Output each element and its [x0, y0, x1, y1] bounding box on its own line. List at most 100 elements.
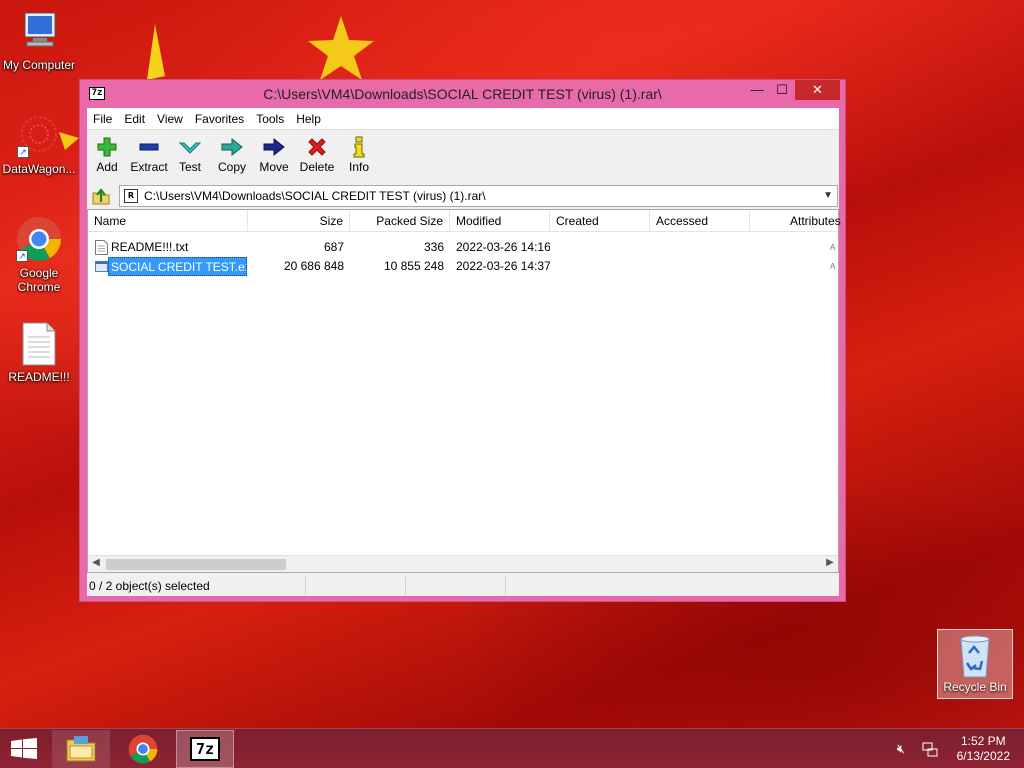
table-row[interactable]: README!!!.txt 687 336 2022-03-26 14:16 A	[88, 238, 838, 257]
window-client: File Edit View Favorites Tools Help Add Extra…	[87, 108, 841, 596]
move-arrow-icon	[263, 137, 285, 157]
column-headers: Name Size Packed Size Modified Created A…	[88, 210, 841, 232]
file-modified: 2022-03-26 14:16	[456, 240, 550, 254]
shortcut-arrow-icon: ↗	[16, 250, 28, 262]
scroll-right-icon[interactable]: ▶	[822, 557, 838, 568]
desktop-icon-my-computer[interactable]: My Computer	[0, 10, 79, 72]
window-title: C:\Users\VM4\Downloads\SOCIAL CREDIT TES…	[263, 86, 662, 102]
desktop-icon-readme[interactable]: README!!!	[0, 322, 79, 384]
move-button[interactable]: Move	[257, 134, 291, 178]
file-packed-size: 336	[423, 240, 444, 254]
shortcut-arrow-icon: ↗	[17, 146, 29, 158]
extract-button[interactable]: Extract	[128, 134, 170, 178]
file-attributes: A	[830, 262, 836, 271]
chevron-down-icon[interactable]: ▼	[823, 186, 833, 206]
scroll-left-icon[interactable]: ◀	[88, 557, 104, 568]
column-modified[interactable]: Modified	[450, 210, 550, 232]
datawagon-icon: ↗	[17, 114, 61, 158]
start-button[interactable]	[0, 730, 48, 768]
status-segment	[306, 577, 406, 595]
network-icon[interactable]	[922, 741, 938, 757]
status-segment	[506, 577, 839, 595]
file-packed-size: 10 855 248	[383, 259, 444, 273]
taskbar-chrome[interactable]	[114, 730, 172, 768]
desktop-icon-label: Google Chrome	[17, 266, 61, 294]
clock-date: 6/13/2022	[956, 749, 1010, 763]
extract-label: Extract	[130, 160, 168, 174]
title-bar[interactable]: 7z C:\Users\VM4\Downloads\SOCIAL CREDIT …	[80, 80, 845, 108]
desktop-icon-google-chrome[interactable]: ↗ Google Chrome	[0, 216, 79, 294]
computer-icon	[17, 10, 61, 54]
copy-button[interactable]: Copy	[215, 134, 249, 178]
address-text: C:\Users\VM4\Downloads\SOCIAL CREDIT TES…	[144, 189, 486, 203]
info-button[interactable]: Info	[345, 134, 373, 178]
file-list: Name Size Packed Size Modified Created A…	[87, 209, 841, 573]
folder-icon	[66, 736, 96, 762]
7zip-app-icon: 7z	[190, 737, 220, 761]
desktop-icon-recycle-bin[interactable]: Recycle Bin	[937, 629, 1013, 699]
menu-favorites[interactable]: Favorites	[189, 108, 250, 126]
minus-icon	[139, 143, 159, 151]
plus-icon	[97, 137, 117, 157]
x-icon	[308, 138, 326, 156]
archive-icon: R	[124, 189, 138, 203]
column-packed-size[interactable]: Packed Size	[350, 210, 450, 232]
flag-star-icon	[147, 24, 165, 80]
test-button[interactable]: Test	[175, 134, 205, 178]
copy-arrow-icon	[221, 137, 243, 157]
recycle-bin-icon	[955, 633, 995, 679]
maximize-button[interactable]: ☐	[768, 80, 796, 100]
info-label: Info	[348, 160, 369, 174]
horizontal-scrollbar[interactable]: ◀ ▶	[88, 555, 838, 572]
column-accessed[interactable]: Accessed	[650, 210, 750, 232]
close-button[interactable]: ✕	[795, 80, 840, 100]
address-input[interactable]: R C:\Users\VM4\Downloads\SOCIAL CREDIT T…	[119, 185, 838, 207]
desktop-icon-label: Recycle Bin	[943, 680, 1007, 694]
menu-help[interactable]: Help	[290, 108, 327, 126]
desktop-icon-datawagon[interactable]: ↗ DataWagon...	[0, 114, 79, 176]
file-name: README!!!.txt	[111, 240, 189, 254]
minimize-button[interactable]: —	[743, 80, 771, 100]
file-size: 687	[323, 240, 344, 254]
folder-up-icon[interactable]	[91, 186, 111, 206]
toolbar: Add Extract Test Copy Move Delete Info	[87, 130, 839, 182]
desktop-icon-label: My Computer	[2, 58, 76, 72]
scrollbar-thumb[interactable]	[106, 559, 286, 570]
exe-file-icon	[95, 261, 108, 272]
archive-window: 7z C:\Users\VM4\Downloads\SOCIAL CREDIT …	[79, 79, 846, 602]
column-size[interactable]: Size	[248, 210, 350, 232]
menu-edit[interactable]: Edit	[118, 108, 151, 126]
taskbar-7zip[interactable]: 7z	[176, 730, 234, 768]
file-attributes: A	[830, 243, 836, 252]
taskbar-file-explorer[interactable]	[52, 730, 110, 768]
desktop-icon-label: README!!!	[8, 370, 70, 384]
add-label: Add	[96, 160, 118, 174]
clock-time: 1:52 PM	[960, 734, 1006, 748]
volume-muted-icon[interactable]: 🔇︎	[897, 741, 905, 757]
status-selection: 0 / 2 object(s) selected	[87, 577, 306, 595]
desktop-icon-label: DataWagon...	[2, 162, 76, 176]
info-icon	[353, 136, 365, 158]
column-name[interactable]: Name	[88, 210, 248, 232]
menu-bar: File Edit View Favorites Tools Help	[87, 108, 839, 130]
menu-tools[interactable]: Tools	[250, 108, 290, 126]
file-size: 20 686 848	[283, 259, 344, 273]
delete-label: Delete	[299, 160, 335, 174]
menu-file[interactable]: File	[87, 108, 118, 126]
check-icon	[179, 142, 201, 154]
system-clock[interactable]: 1:52 PM 6/13/2022	[957, 734, 1010, 764]
add-button[interactable]: Add	[93, 134, 121, 178]
column-created[interactable]: Created	[550, 210, 650, 232]
flag-star-icon	[308, 16, 374, 80]
delete-button[interactable]: Delete	[297, 134, 337, 178]
test-label: Test	[178, 160, 201, 174]
column-attributes[interactable]: Attributes	[784, 210, 844, 232]
chrome-icon	[128, 734, 158, 764]
address-bar: R C:\Users\VM4\Downloads\SOCIAL CREDIT T…	[87, 183, 839, 209]
status-bar: 0 / 2 object(s) selected	[87, 575, 839, 596]
copy-label: Copy	[217, 160, 246, 174]
move-label: Move	[259, 160, 289, 174]
table-row[interactable]: SOCIAL CREDIT TEST.exe 20 686 848 10 855…	[88, 257, 838, 276]
menu-view[interactable]: View	[151, 108, 189, 126]
file-name: SOCIAL CREDIT TEST.exe	[108, 257, 247, 276]
